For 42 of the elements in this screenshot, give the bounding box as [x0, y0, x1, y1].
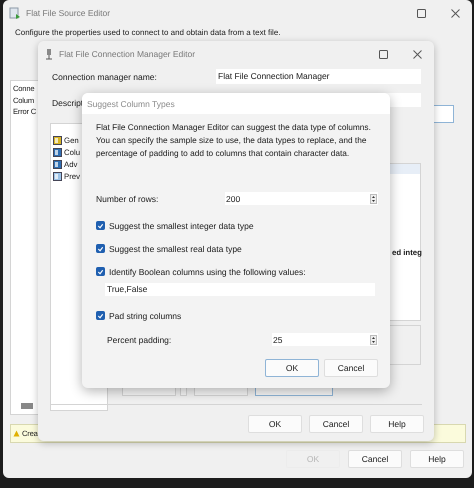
values-field[interactable]: True,False [105, 283, 375, 296]
checkbox-label: Pad string columns [109, 310, 182, 320]
dialog-button[interactable]: Help [410, 450, 464, 468]
page-icon [53, 136, 62, 144]
page-icon [53, 160, 62, 168]
page-icon [53, 172, 62, 180]
window-title: Flat File Source Editor [26, 8, 112, 18]
checkbox[interactable] [96, 311, 105, 320]
dialog-title: Suggest Column Types [87, 98, 175, 108]
checkbox-label: Identify Boolean columns using the following values: [109, 266, 306, 276]
checkbox-label: Suggest the smallest real data type [109, 244, 242, 254]
description-text: Configure the properties used to connect to and obtain data from a text file. [15, 28, 280, 38]
intro-text: Flat File Connection Manager Editor can suggest the data type of columns. You can specify the sample size to use, the data types to replace, and the percentage of padding to add to columns that contain character data. [96, 121, 372, 160]
dialog-button[interactable]: OK [248, 415, 302, 433]
page-icon [53, 148, 62, 156]
close-icon[interactable] [413, 50, 422, 58]
rows-spinbox[interactable]: 200 [225, 192, 378, 205]
maximize-icon[interactable] [417, 8, 426, 18]
name-field[interactable]: Flat File Connection Manager [216, 69, 421, 84]
dialog-button[interactable]: OK [265, 359, 319, 377]
maximize-icon[interactable] [379, 50, 388, 58]
dialog-button[interactable]: Cancel [324, 359, 378, 377]
app-icon [9, 7, 21, 19]
dialog-button[interactable]: Cancel [309, 415, 363, 433]
warning-icon [13, 430, 20, 437]
field-label: Percent padding: [107, 334, 172, 344]
dialog-button[interactable]: Cancel [348, 450, 402, 468]
checkbox[interactable] [96, 221, 105, 230]
window-title: Flat File Connection Manager Editor [59, 49, 196, 59]
checkbox-label: Suggest the smallest integer data type [109, 220, 254, 230]
field-label: Connection manager name: [52, 72, 157, 82]
close-icon[interactable] [451, 8, 460, 18]
checkbox[interactable] [96, 267, 105, 276]
dialog-button[interactable]: Help [370, 415, 424, 433]
spinner-arrows-icon[interactable] [370, 334, 377, 344]
spinner-arrows-icon[interactable] [370, 194, 377, 204]
field-label: Descript [52, 98, 84, 108]
connection-icon [44, 48, 54, 60]
checkbox[interactable] [96, 244, 105, 253]
field-label: Number of rows: [96, 194, 158, 204]
scrollbar-thumb[interactable] [21, 403, 33, 409]
padding-spinbox[interactable]: 25 [272, 333, 378, 346]
